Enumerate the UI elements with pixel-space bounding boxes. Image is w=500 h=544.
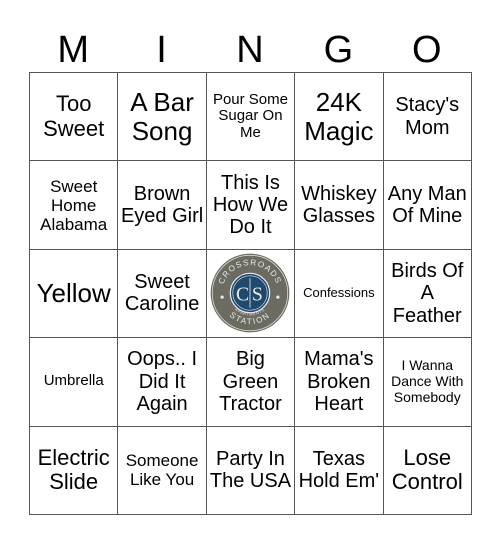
board-row: Electric Slide Someone Like You Party In… [28, 425, 472, 515]
free-space-cell[interactable]: C S CROSSROADS STATION APARTMENTS [205, 248, 296, 339]
board-row: Umbrella Oops.. I Did It Again Big Green… [28, 337, 472, 427]
bingo-cell[interactable]: A Bar Song [117, 71, 207, 162]
header-letter-o: O [411, 29, 442, 71]
board-row: Yellow Sweet Caroline C S CROSSROADS STA… [28, 248, 472, 339]
bingo-cell[interactable]: Texas Hold Em' [294, 425, 384, 515]
bingo-cell[interactable]: Yellow [28, 248, 119, 339]
bingo-cell[interactable]: Umbrella [28, 337, 119, 427]
board-row: Sweet Home Alabama Brown Eyed Girl This … [28, 160, 472, 250]
bingo-board: Too Sweet A Bar Song Pour Some Sugar On … [28, 71, 472, 515]
bingo-cell[interactable]: Too Sweet [28, 71, 119, 162]
header-letter-n: N [236, 29, 264, 71]
bingo-cell[interactable]: Confessions [294, 248, 384, 339]
svg-text:S: S [252, 284, 263, 306]
bingo-cell[interactable]: Whiskey Glasses [294, 160, 384, 250]
bingo-cell[interactable]: Someone Like You [117, 425, 207, 515]
header-letter-i: I [156, 29, 167, 71]
bingo-cell[interactable]: Brown Eyed Girl [117, 160, 207, 250]
bingo-cell[interactable]: 24K Magic [294, 71, 384, 162]
svg-text:C: C [237, 284, 250, 306]
bingo-cell[interactable]: Birds Of A Feather [382, 248, 472, 339]
crossroads-station-logo: C S CROSSROADS STATION APARTMENTS [211, 254, 290, 333]
bingo-header: M I N G O [29, 28, 471, 72]
bingo-cell[interactable]: This Is How We Do It [205, 160, 296, 250]
header-letter-m: M [57, 29, 90, 71]
bingo-cell[interactable]: Any Man Of Mine [382, 160, 472, 250]
bingo-cell[interactable]: Mama's Broken Heart [294, 337, 384, 427]
bingo-cell[interactable]: Oops.. I Did It Again [117, 337, 207, 427]
bingo-cell[interactable]: Stacy's Mom [382, 71, 472, 162]
bingo-cell[interactable]: Sweet Caroline [117, 248, 207, 339]
bingo-cell[interactable]: Pour Some Sugar On Me [205, 71, 296, 162]
header-letter-g: G [323, 29, 354, 71]
bingo-cell[interactable]: Party In The USA [205, 425, 296, 515]
bingo-cell[interactable]: I Wanna Dance With Somebody [382, 337, 472, 427]
bingo-cell[interactable]: Electric Slide [28, 425, 119, 515]
bingo-cell[interactable]: Sweet Home Alabama [28, 160, 119, 250]
bingo-cell[interactable]: Lose Control [382, 425, 472, 515]
bingo-cell[interactable]: Big Green Tractor [205, 337, 296, 427]
board-row: Too Sweet A Bar Song Pour Some Sugar On … [28, 71, 472, 162]
